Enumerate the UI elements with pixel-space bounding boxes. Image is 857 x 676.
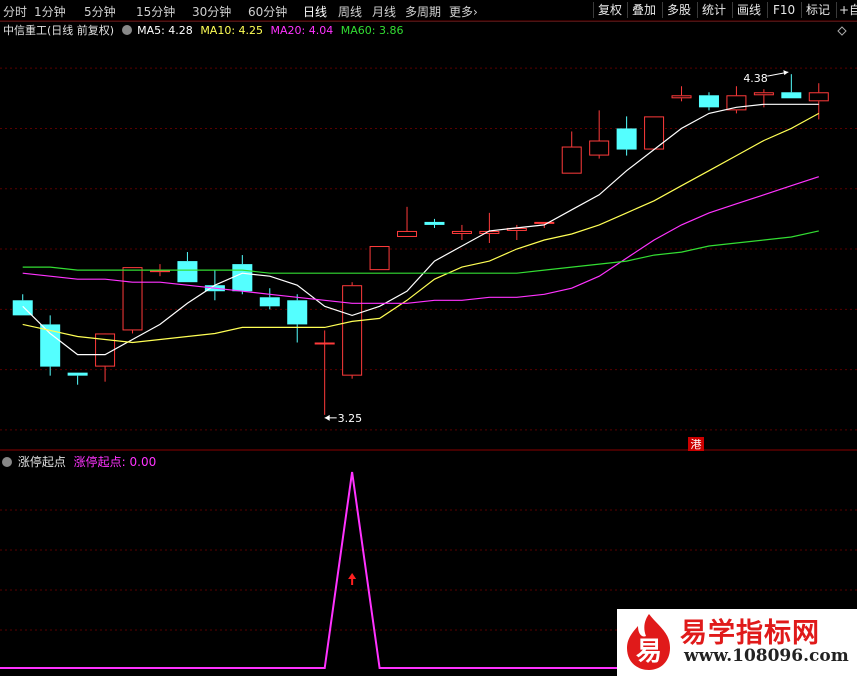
candle-body [561,146,582,174]
low-arrow-icon [324,414,330,421]
flame-icon: 易 [627,614,670,670]
ma5-label: MA5: 4.28 [137,24,193,37]
settings-dot-icon[interactable] [2,457,12,467]
candle-body [232,264,253,292]
stock-title: 中信重工(日线 前复权) [3,24,115,37]
sub-legend: 涨停起点 涨停起点: 0.00 [0,453,156,469]
candle-body [589,140,610,156]
indicator-value: 涨停起点: 0.00 [73,455,157,469]
candle-body [616,128,637,150]
candle-body [753,92,774,96]
candle-body [67,372,88,376]
ma60-label: MA60: 3.86 [340,24,404,37]
candle-body [259,297,280,307]
candle-body [314,342,335,345]
candle-body [451,230,472,234]
candle-body [287,300,308,325]
candle-body [698,95,719,108]
candle-body [122,267,143,331]
candle-body [534,221,555,224]
high-arrow-icon [783,70,789,76]
candle-body [671,95,692,99]
site-url: www.108096.com [684,646,849,666]
diamond-icon [837,26,847,36]
candle-body [342,285,363,376]
indicator-title: 涨停起点 [17,455,66,469]
candle-body [808,92,829,102]
candle-body [781,92,802,99]
ma10-label: MA10: 4.25 [200,24,264,37]
ma-line-ma60 [22,230,819,274]
settings-dot-icon[interactable] [121,25,132,35]
ma20-label: MA20: 4.04 [270,24,334,37]
signal-up-arrow-icon [348,573,357,585]
low-label: 3.25 [338,412,363,425]
high-label: 4.38 [743,72,768,85]
site-name: 易学指标网 [680,618,820,649]
candle-body [149,270,170,273]
candle-body [369,246,390,271]
kline-chart[interactable]: 4.38 3.25 港 [0,0,857,676]
logo-char: 易 [636,637,662,667]
candle-body [479,230,500,234]
candle-body [397,230,418,237]
hk-badge-label: 港 [691,438,702,451]
candle-body [424,221,445,225]
main-legend: 中信重工(日线 前复权) MA5: 4.28 MA10: 4.25 MA20: … [0,22,407,38]
candle-body [177,261,198,283]
